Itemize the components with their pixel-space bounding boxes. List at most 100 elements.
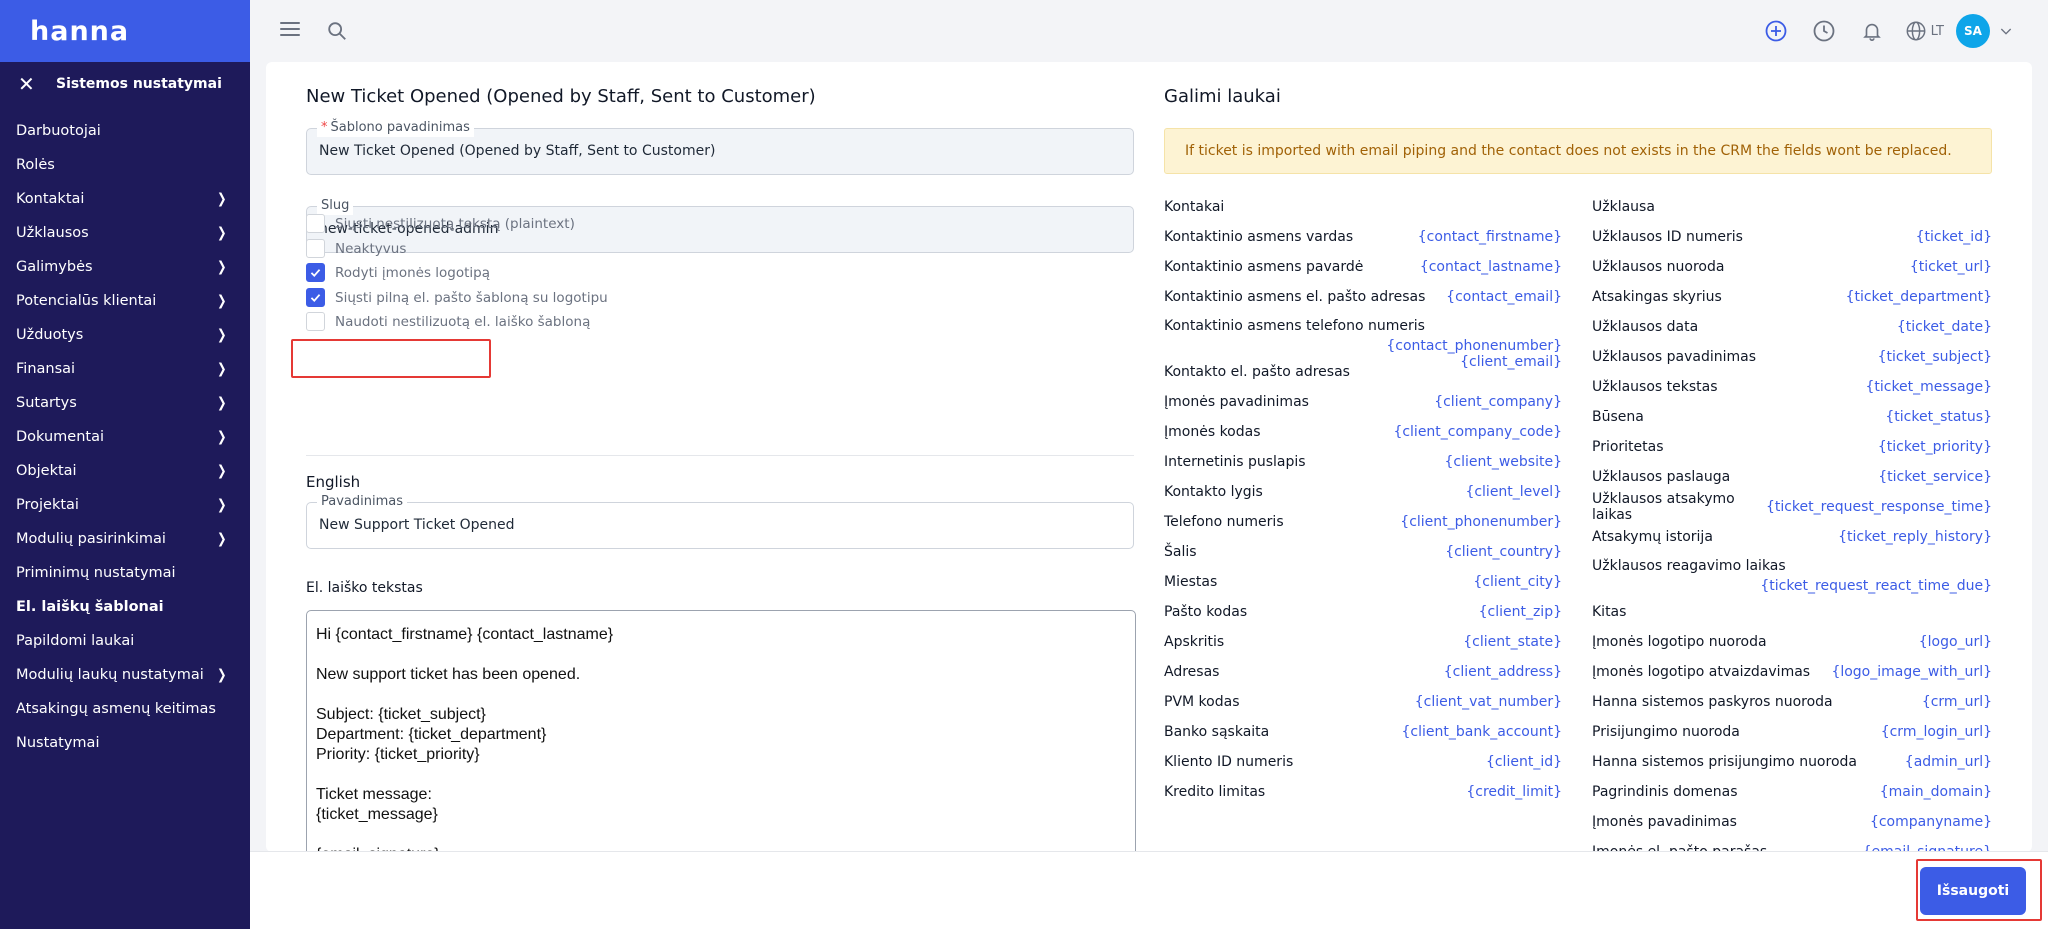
sidebar-item-galimybes[interactable]: Galimybės ❯ xyxy=(0,250,250,284)
merge-field-row: Apskritis {client_state} xyxy=(1164,627,1562,657)
merge-field-placeholder[interactable]: {ticket_status} xyxy=(1885,409,1992,425)
merge-field-placeholder[interactable]: {logo_url} xyxy=(1919,634,1992,650)
bell-icon[interactable] xyxy=(1859,18,1885,44)
merge-field-placeholder[interactable]: {credit_limit} xyxy=(1466,784,1562,800)
chevron-down-icon[interactable] xyxy=(1998,23,2014,39)
sidebar-item-dokumentai[interactable]: Dokumentai ❯ xyxy=(0,420,250,454)
chevron-right-icon: ❯ xyxy=(217,191,227,207)
checkbox[interactable] xyxy=(306,263,325,282)
add-circle-icon[interactable] xyxy=(1763,18,1789,44)
merge-field-placeholder[interactable]: {client_address} xyxy=(1444,664,1562,680)
close-icon[interactable]: ✕ xyxy=(18,74,38,94)
merge-field-placeholder[interactable]: {client_level} xyxy=(1465,484,1562,500)
merge-field-placeholder[interactable]: {client_country} xyxy=(1445,544,1562,560)
merge-field-name: Adresas xyxy=(1164,664,1220,680)
merge-field-row: Užklausos nuoroda {ticket_url} xyxy=(1592,252,1992,282)
merge-field-placeholder[interactable]: {main_domain} xyxy=(1880,784,1992,800)
merge-field-name: Atsakymų istorija xyxy=(1592,529,1713,545)
merge-field-placeholder[interactable]: {client_website} xyxy=(1444,454,1562,470)
template-name-field[interactable]: * Šablono pavadinimas New Ticket Opened (… xyxy=(306,119,1134,175)
checkbox-row-siusti-pilna-el-pasto-sablona-su-logotipu[interactable]: Siųsti pilną el. pašto šabloną su logoti… xyxy=(306,288,608,307)
sidebar-item-finansai[interactable]: Finansai ❯ xyxy=(0,352,250,386)
clock-icon[interactable] xyxy=(1811,18,1837,44)
sidebar-item-papildomi-laukai[interactable]: Papildomi laukai xyxy=(0,624,250,658)
sidebar-item-objektai[interactable]: Objektai ❯ xyxy=(0,454,250,488)
avatar[interactable]: SA xyxy=(1956,14,1990,48)
merge-field-placeholder[interactable]: {client_company_code} xyxy=(1393,424,1562,440)
checkbox[interactable] xyxy=(306,288,325,307)
footer-bar: Išsaugoti xyxy=(250,851,2048,929)
email-body-line: Subject: {ticket_subject} xyxy=(316,706,486,723)
merge-field-placeholder[interactable]: {admin_url} xyxy=(1905,754,1992,770)
sidebar-item-priminimu-nustatymai[interactable]: Priminimų nustatymai xyxy=(0,556,250,590)
brand-logo[interactable]: hanna xyxy=(0,0,250,62)
merge-field-placeholder[interactable]: {ticket_id} xyxy=(1916,229,1992,245)
merge-field-placeholder[interactable]: {client_email} xyxy=(1460,354,1562,370)
merge-field-placeholder[interactable]: {logo_image_with_url} xyxy=(1831,664,1992,680)
merge-field-placeholder[interactable]: {client_phonenumber} xyxy=(1400,514,1562,530)
merge-field-placeholder[interactable]: {crm_login_url} xyxy=(1881,724,1992,740)
menu-icon[interactable] xyxy=(280,22,300,38)
merge-field-placeholder[interactable]: {ticket_department} xyxy=(1846,289,1992,305)
checkbox[interactable] xyxy=(306,312,325,331)
merge-field-placeholder[interactable]: {ticket_date} xyxy=(1897,319,1992,335)
checkbox[interactable] xyxy=(306,214,325,233)
merge-field-name: Užklausos paslauga xyxy=(1592,469,1731,485)
checkbox-row-siusti-nestilizuota-teksta-plaintext[interactable]: Siųsti nestilizuotą tekstą (plaintext) xyxy=(306,214,575,233)
merge-field-name: Šalis xyxy=(1164,544,1197,560)
merge-field-row: Užklausos pavadinimas {ticket_subject} xyxy=(1592,342,1992,372)
merge-field-placeholder[interactable]: {contact_lastname} xyxy=(1420,259,1562,275)
merge-field-placeholder[interactable]: {ticket_url} xyxy=(1910,259,1992,275)
merge-field-placeholder[interactable]: {ticket_request_react_time_due} xyxy=(1760,578,1992,594)
sidebar-item-moduliu-lauku-nustatymai[interactable]: Modulių laukų nustatymai ❯ xyxy=(0,658,250,692)
email-body-line: Department: {ticket_department} xyxy=(316,726,547,743)
sidebar-item-roles[interactable]: Rolės xyxy=(0,148,250,182)
merge-field-row: Atsakingas skyrius {ticket_department} xyxy=(1592,282,1992,312)
subject-label: Pavadinimas xyxy=(317,493,407,511)
sidebar-item-uzduotys[interactable]: Užduotys ❯ xyxy=(0,318,250,352)
language-switcher[interactable]: LT xyxy=(1905,20,1944,42)
merge-field-name: Kontaktinio asmens el. pašto adresas xyxy=(1164,289,1426,305)
merge-field-placeholder[interactable]: {ticket_subject} xyxy=(1878,349,1992,365)
merge-field-placeholder[interactable]: {client_vat_number} xyxy=(1415,694,1562,710)
merge-field-placeholder[interactable]: {client_id} xyxy=(1486,754,1562,770)
checkbox-row-rodyti-imones-logotipa[interactable]: Rodyti įmonės logotipą xyxy=(306,263,490,282)
merge-field-placeholder[interactable]: {client_city} xyxy=(1473,574,1562,590)
merge-field-placeholder[interactable]: {contact_email} xyxy=(1446,289,1562,305)
merge-field-placeholder[interactable]: {client_zip} xyxy=(1479,604,1562,620)
sidebar-item-el-laisku-sablonai[interactable]: El. laiškų šablonai xyxy=(0,590,250,624)
merge-field-row: Kontaktinio asmens el. pašto adresas {con… xyxy=(1164,282,1562,312)
merge-field-placeholder[interactable]: {client_state} xyxy=(1463,634,1562,650)
merge-field-placeholder[interactable]: {ticket_reply_history} xyxy=(1838,529,1992,545)
merge-field-placeholder[interactable]: {client_company} xyxy=(1434,394,1562,410)
merge-field-placeholder[interactable]: {ticket_priority} xyxy=(1878,439,1992,455)
sidebar-item-atsakingu-asmenu-keitimas[interactable]: Atsakingų asmenų keitimas xyxy=(0,692,250,726)
sidebar-item-nustatymai[interactable]: Nustatymai xyxy=(0,726,250,760)
sidebar-item-moduliu-pasirinkimai[interactable]: Modulių pasirinkimai ❯ xyxy=(0,522,250,556)
merge-field-row: Užklausos data {ticket_date} xyxy=(1592,312,1992,342)
merge-field-placeholder[interactable]: {ticket_message} xyxy=(1865,379,1992,395)
merge-field-placeholder[interactable]: {crm_url} xyxy=(1922,694,1992,710)
sidebar-item-potencialus-klientai[interactable]: Potencialūs klientai ❯ xyxy=(0,284,250,318)
piping-notice: If ticket is imported with email piping … xyxy=(1164,128,1992,174)
checkbox[interactable] xyxy=(306,239,325,258)
sidebar-item-kontaktai[interactable]: Kontaktai ❯ xyxy=(0,182,250,216)
merge-field-placeholder[interactable]: {client_bank_account} xyxy=(1402,724,1563,740)
sidebar-item-uzklausos[interactable]: Užklausos ❯ xyxy=(0,216,250,250)
sidebar-item-darbuotojai[interactable]: Darbuotojai xyxy=(0,114,250,148)
search-icon[interactable] xyxy=(326,20,348,42)
merge-field-placeholder[interactable]: {ticket_service} xyxy=(1878,469,1992,485)
merge-field-placeholder[interactable]: {ticket_request_response_time} xyxy=(1766,499,1992,515)
globe-icon xyxy=(1906,21,1926,41)
merge-field-placeholder[interactable]: {contact_phonenumber} xyxy=(1386,338,1562,354)
merge-field-row: Kliento ID numeris {client_id} xyxy=(1164,747,1562,777)
sidebar-item-sutartys[interactable]: Sutartys ❯ xyxy=(0,386,250,420)
sidebar-item-label: Modulių laukų nustatymai xyxy=(16,667,204,683)
merge-field-placeholder[interactable]: {companyname} xyxy=(1870,814,1992,830)
checkbox-row-naudoti-nestilizuota-el-laisko-sablona[interactable]: Naudoti nestilizuotą el. laiško šabloną xyxy=(306,312,590,331)
subject-field[interactable]: Pavadinimas New Support Ticket Opened xyxy=(306,493,1134,549)
merge-field-placeholder[interactable]: {contact_firstname} xyxy=(1418,229,1562,245)
sidebar-item-projektai[interactable]: Projektai ❯ xyxy=(0,488,250,522)
email-body-editor[interactable]: Hi {contact_firstname} {contact_lastname… xyxy=(306,610,1136,852)
checkbox-row-neaktyvus[interactable]: Neaktyvus xyxy=(306,239,406,258)
